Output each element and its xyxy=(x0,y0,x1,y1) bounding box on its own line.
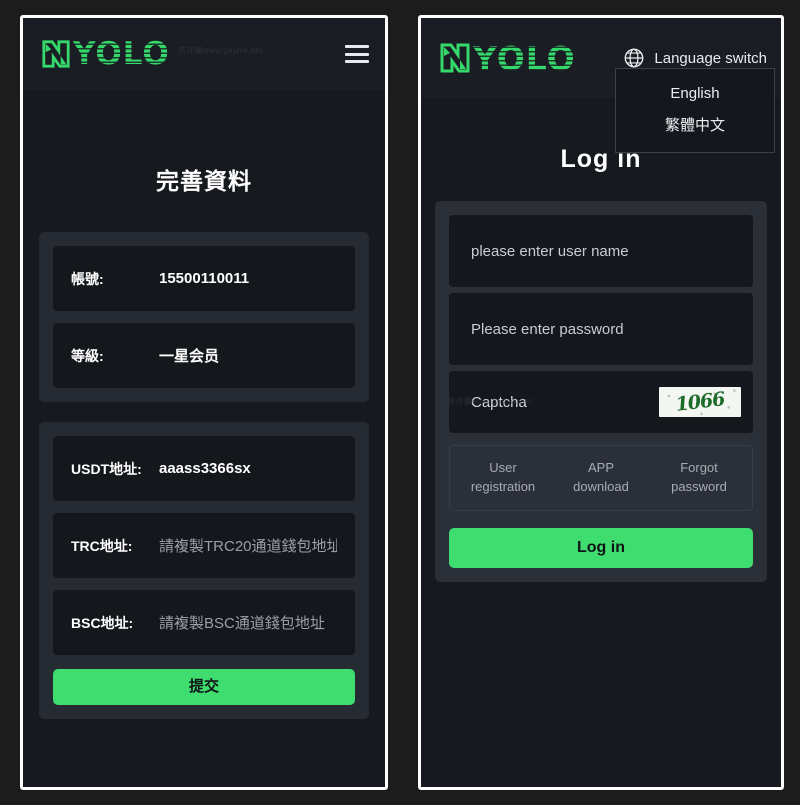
trc-address-row[interactable]: TRC地址: 請複製TRC20通道錢包地址 xyxy=(53,513,355,578)
brand-logo[interactable]: YOLO xyxy=(439,38,576,78)
watermark-text: 防诈骗www.gaymk.net xyxy=(178,46,263,55)
hamburger-line xyxy=(345,45,369,48)
right-content-area: Log in please enter user name Please ent… xyxy=(421,145,781,787)
language-switch-button[interactable]: Language switch xyxy=(623,47,767,69)
bsc-address-row[interactable]: BSC地址: 請複製BSC通道錢包地址 xyxy=(53,590,355,655)
level-value: 一星会员 xyxy=(159,348,220,365)
forgot-password-link[interactable]: Forgot password xyxy=(650,459,748,497)
language-option-english[interactable]: English xyxy=(616,78,774,110)
level-row: 等級: 一星会员 xyxy=(53,323,355,388)
password-placeholder: Please enter password xyxy=(471,320,624,338)
left-header-bar: YOLO 防诈骗www.gaymk.net xyxy=(23,18,385,90)
login-form-card: please enter user name Please enter pass… xyxy=(435,201,767,582)
app-download-link[interactable]: APP download xyxy=(552,459,650,497)
brand-name: YOLO xyxy=(73,35,170,72)
trc-address-label: TRC地址: xyxy=(71,537,133,554)
username-field[interactable]: please enter user name xyxy=(449,215,753,287)
usdt-address-value: aaass3366sx xyxy=(159,460,251,477)
screenshot-stage: YOLO 防诈骗www.gaymk.net 完善資料 帳號: 155001100… xyxy=(0,0,800,805)
password-field[interactable]: Please enter password xyxy=(449,293,753,365)
left-content-area: 完善資料 帳號: 15500110011 等級: 一星会员 USDT地址: aa… xyxy=(23,162,385,787)
bsc-address-label: BSC地址: xyxy=(71,614,134,631)
app-download-line2: download xyxy=(573,478,629,494)
profile-info-card: 帳號: 15500110011 等級: 一星会员 xyxy=(39,232,369,402)
hamburger-line xyxy=(345,60,369,63)
brand-name: YOLO xyxy=(473,38,576,78)
captcha-image[interactable]: 1066 xyxy=(659,387,741,417)
yolo-logo-icon xyxy=(440,43,470,73)
trc-address-input[interactable]: 請複製TRC20通道錢包地址 xyxy=(159,535,337,556)
language-dropdown-menu[interactable]: English 繁體中文 xyxy=(615,68,775,153)
user-registration-line1: User xyxy=(489,460,517,475)
hamburger-menu-icon[interactable] xyxy=(345,45,369,63)
globe-icon xyxy=(625,48,644,68)
usdt-address-row[interactable]: USDT地址: aaass3366sx xyxy=(53,436,355,501)
forgot-password-line1: Forgot xyxy=(680,460,718,475)
account-value: 15500110011 xyxy=(159,270,250,287)
language-option-traditional-chinese[interactable]: 繁體中文 xyxy=(616,110,774,142)
page-title: 完善資料 xyxy=(156,168,252,194)
app-download-line1: APP xyxy=(587,460,614,475)
brand-logo[interactable]: YOLO xyxy=(41,35,170,72)
account-row: 帳號: 15500110011 xyxy=(53,246,355,311)
watermark-text: 防诈骗www.gaymk.net xyxy=(447,397,532,406)
user-registration-link[interactable]: User registration xyxy=(454,459,552,497)
level-label: 等級: xyxy=(71,347,104,364)
left-phone-panel: YOLO 防诈骗www.gaymk.net 完善資料 帳號: 155001100… xyxy=(20,15,388,790)
bsc-address-input[interactable]: 請複製BSC通道錢包地址 xyxy=(159,612,325,633)
submit-button[interactable]: 提交 xyxy=(53,669,355,705)
forgot-password-line2: password xyxy=(671,478,727,494)
helper-links-row: User registration APP download Forgot pa… xyxy=(449,445,753,511)
yolo-logo-icon xyxy=(42,40,70,68)
user-registration-line2: registration xyxy=(470,478,536,494)
username-placeholder: please enter user name xyxy=(471,242,629,260)
account-label: 帳號: xyxy=(71,270,104,287)
language-switch-label: Language switch xyxy=(654,49,767,67)
hamburger-line xyxy=(345,52,369,56)
login-button[interactable]: Log in xyxy=(449,527,753,568)
wallet-address-card: USDT地址: aaass3366sx TRC地址: 請複製TRC20通道錢包地… xyxy=(39,422,369,719)
usdt-address-label: USDT地址: xyxy=(71,460,142,477)
